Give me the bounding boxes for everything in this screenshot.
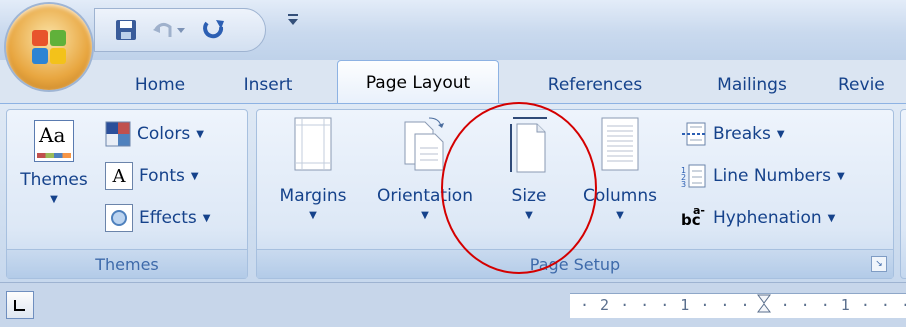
breaks-label: Breaks (713, 124, 771, 144)
margins-icon (294, 117, 332, 171)
line-numbers-icon: 123 (681, 163, 707, 189)
page-setup-group-label: Page Setup (257, 249, 893, 278)
orientation-button[interactable]: Orientation ▼ (363, 116, 487, 236)
chevron-down-icon: ▼ (50, 194, 58, 205)
customize-icon[interactable] (287, 12, 299, 31)
effects-button[interactable]: Effects ▼ (105, 202, 211, 234)
breaks-icon (681, 121, 707, 147)
colors-button[interactable]: Colors ▼ (105, 118, 204, 150)
effects-label: Effects (139, 208, 197, 228)
tab-mailings[interactable]: Mailings (692, 68, 812, 102)
themes-group: Aa Themes ▼ Colors ▼ A Fonts ▼ Effects ▼… (6, 109, 248, 279)
chevron-down-icon: ▼ (421, 210, 429, 221)
svg-text:3: 3 (681, 180, 686, 189)
ribbon: Aa Themes ▼ Colors ▼ A Fonts ▼ Effects ▼… (0, 103, 906, 282)
tab-page-layout[interactable]: Page Layout (337, 60, 499, 105)
ruler-ticks: · 2 · · · 1 · · · · · · 1 · · · (580, 296, 906, 314)
chevron-down-icon: ▼ (776, 128, 785, 140)
line-numbers-label: Line Numbers (713, 166, 831, 186)
dialog-launcher-icon[interactable]: ↘ (871, 256, 887, 272)
margins-label: Margins (279, 186, 347, 206)
office-button[interactable] (6, 4, 92, 90)
quick-access-toolbar (94, 8, 266, 52)
horizontal-ruler[interactable]: · 2 · · · 1 · · · · · · 1 · · · (570, 293, 906, 318)
chevron-down-icon: ▼ (616, 210, 624, 221)
themes-label: Themes (20, 170, 88, 190)
tab-selector-icon[interactable] (6, 291, 34, 319)
margins-button[interactable]: Margins ▼ (265, 116, 361, 236)
fonts-label: Fonts (139, 166, 185, 186)
office-logo-icon (32, 30, 66, 64)
ribbon-tabs: Home Insert Page Layout References Maili… (0, 60, 906, 105)
orientation-icon (404, 117, 444, 171)
chevron-down-icon: ▼ (836, 170, 845, 182)
tab-home[interactable]: Home (118, 68, 202, 102)
tab-references[interactable]: References (525, 68, 665, 102)
size-label: Size (511, 186, 547, 206)
line-numbers-button[interactable]: 123 Line Numbers ▼ (681, 160, 845, 192)
colors-label: Colors (137, 124, 191, 144)
themes-button[interactable]: Aa Themes ▼ (11, 116, 97, 236)
fonts-icon: A (105, 162, 133, 190)
fonts-button[interactable]: A Fonts ▼ (105, 160, 199, 192)
size-icon (510, 117, 547, 173)
hyphenation-label: Hyphenation (713, 208, 822, 228)
colors-icon (105, 121, 131, 147)
columns-icon (601, 117, 639, 171)
undo-icon[interactable] (151, 15, 187, 45)
chevron-down-icon: ▼ (525, 210, 533, 221)
indent-marker-icon[interactable] (756, 294, 772, 314)
columns-button[interactable]: Columns ▼ (573, 116, 667, 236)
tab-insert[interactable]: Insert (226, 68, 310, 102)
next-group-edge (900, 109, 906, 279)
orientation-label: Orientation (377, 186, 473, 206)
themes-group-label: Themes (7, 249, 247, 278)
chevron-down-icon: ▼ (202, 212, 211, 224)
chevron-down-icon: ▼ (190, 170, 199, 182)
page-setup-group: Margins ▼ Orientation ▼ Size ▼ Columns ▼… (256, 109, 894, 279)
columns-label: Columns (583, 186, 657, 206)
themes-icon: Aa (34, 120, 74, 162)
breaks-button[interactable]: Breaks ▼ (681, 118, 785, 150)
tab-review[interactable]: Revie (838, 68, 906, 102)
redo-icon[interactable] (199, 15, 229, 45)
chevron-down-icon: ▼ (309, 210, 317, 221)
chevron-down-icon: ▼ (196, 128, 204, 140)
size-button[interactable]: Size ▼ (495, 116, 563, 236)
ruler-bar: · 2 · · · 1 · · · · · · 1 · · · (0, 282, 906, 327)
hyphenation-icon: bc a- (681, 204, 705, 229)
hyphenation-button[interactable]: bc a- Hyphenation ▼ (681, 202, 835, 234)
chevron-down-icon: ▼ (827, 212, 836, 224)
effects-icon (105, 204, 133, 232)
save-icon[interactable] (111, 15, 141, 45)
